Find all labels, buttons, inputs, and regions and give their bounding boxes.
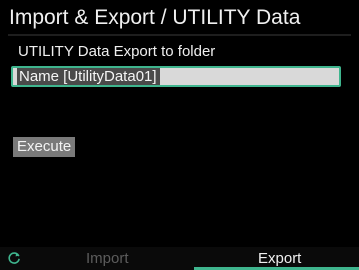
section-subtitle: UTILITY Data Export to folder xyxy=(18,43,216,60)
name-field[interactable]: Name [UtilityData01] xyxy=(11,66,341,87)
title-divider xyxy=(8,34,351,36)
name-field-value: Name [UtilityData01] xyxy=(17,68,160,85)
execute-button[interactable]: Execute xyxy=(13,137,76,157)
refresh-icon[interactable] xyxy=(6,250,22,266)
tab-import[interactable]: Import xyxy=(86,249,129,270)
utility-export-screen: Import & Export / UTILITY Data UTILITY D… xyxy=(0,0,359,270)
page-title: Import & Export / UTILITY Data xyxy=(9,6,301,29)
